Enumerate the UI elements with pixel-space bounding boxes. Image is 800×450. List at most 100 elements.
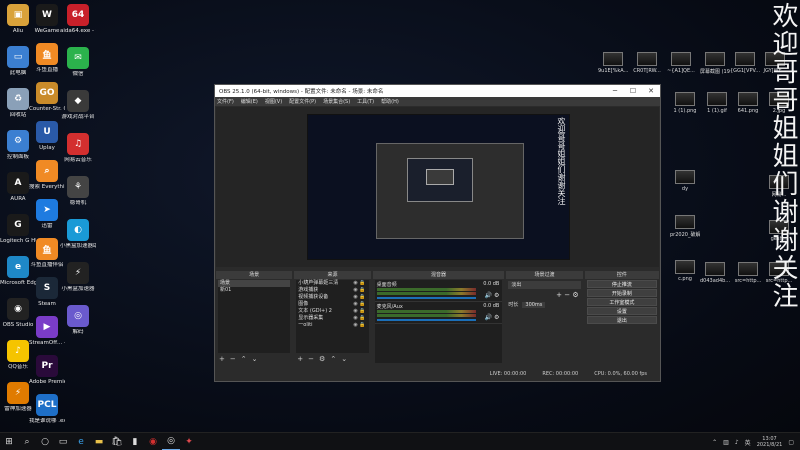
file-icon[interactable]: d043ad4b... — [700, 262, 730, 284]
file-explorer-icon[interactable]: ▬ — [90, 433, 108, 450]
file-icon[interactable]: {GG1[VPV... — [730, 52, 760, 74]
stream-preview[interactable]: 欢迎哥哥姐姐们谢谢关注 — [307, 114, 570, 260]
speaker-icon[interactable]: 🔊 — [485, 292, 494, 299]
source-item[interactable]: 视频捕获设备 ◉ 🔒 — [296, 294, 368, 301]
source-item[interactable]: 显示器采集 ◉ 🔒 — [296, 315, 368, 322]
notification-icon[interactable]: ▢ — [788, 439, 794, 446]
file-icon[interactable]: dy — [670, 170, 700, 192]
store-icon[interactable]: 🛍 — [108, 433, 126, 450]
desktop-icon[interactable]: ◆ 游戏对战平台 — [60, 90, 96, 120]
scene-item[interactable]: 场景 — [218, 280, 291, 287]
start-icon[interactable]: ⊞ — [0, 433, 18, 450]
edge-taskbar-icon[interactable]: e — [72, 433, 90, 450]
file-icon[interactable]: ~{A1]QE... — [666, 52, 696, 74]
close-button[interactable]: ✕ — [642, 87, 660, 95]
remove-icon[interactable]: − — [564, 291, 570, 299]
language-indicator[interactable]: 英 — [745, 438, 751, 447]
obs-titlebar[interactable]: OBS 25.1.0 (64-bit, windows) - 配置文件: 未命名… — [215, 85, 660, 97]
desktop-icon[interactable]: ♫ 网易云音乐 — [60, 133, 96, 163]
desktop-icon[interactable]: 64 aida64.exe - 快捷方式 — [60, 4, 96, 34]
add-icon[interactable]: + — [556, 291, 562, 299]
source-item[interactable]: 游戏捕获 ◉ 🔒 — [296, 287, 368, 294]
file-icon[interactable]: CR0T[RW... — [632, 52, 662, 74]
obs-taskbar-icon[interactable]: ◎ — [162, 433, 180, 450]
visibility-lock-icons[interactable]: ◉ 🔒 — [353, 308, 365, 315]
image-thumbnail — [675, 215, 695, 229]
menu-item[interactable]: 文件(F) — [217, 98, 234, 105]
gear-icon[interactable]: ⚙ — [494, 292, 499, 299]
control-button[interactable]: 设置 — [586, 307, 657, 315]
gear-icon[interactable]: ⚙ — [494, 314, 499, 321]
source-item[interactable]: 文本 (GDI+) 2 ◉ 🔒 — [296, 308, 368, 315]
obs-window[interactable]: OBS 25.1.0 (64-bit, windows) - 配置文件: 未命名… — [214, 84, 661, 382]
up-arrow-icon[interactable]: ⌃ — [330, 355, 336, 363]
maximize-button[interactable]: ☐ — [624, 87, 642, 95]
desktop-icon[interactable]: ✉ 微信 — [60, 47, 96, 77]
file-icon[interactable]: 屏幕截图 (19).png — [700, 52, 730, 75]
source-item[interactable]: 一oliti ◉ 🔒 — [296, 322, 368, 329]
down-arrow-icon[interactable]: ⌄ — [341, 355, 347, 363]
control-button[interactable]: 开始录制 — [586, 289, 657, 297]
menu-item[interactable]: 场景集合(S) — [323, 98, 350, 105]
visibility-lock-icons[interactable]: ◉ 🔒 — [353, 315, 365, 322]
volume-fader[interactable] — [376, 319, 477, 321]
menu-item[interactable]: 编辑(E) — [241, 98, 258, 105]
control-button[interactable]: 退出 — [586, 316, 657, 324]
menu-item[interactable]: 工具(T) — [357, 98, 374, 105]
speaker-icon[interactable]: 🔊 — [485, 314, 494, 321]
up-arrow-icon[interactable]: ⌃ — [241, 355, 247, 363]
control-button[interactable]: 停止推流 — [586, 280, 657, 288]
minimize-button[interactable]: ─ — [606, 87, 624, 95]
control-button[interactable]: 工作室模式 — [586, 298, 657, 306]
menu-item[interactable]: 帮助(H) — [381, 98, 399, 105]
visibility-lock-icons[interactable]: ◉ 🔒 — [353, 322, 365, 329]
clock[interactable]: 13:07 2021/8/21 — [757, 436, 783, 448]
file-icon[interactable]: c.png — [670, 260, 700, 282]
gear-icon[interactable]: ⚙ — [572, 291, 578, 299]
task-view-icon[interactable]: ▭ — [54, 433, 72, 450]
network-icon[interactable]: ▥ — [723, 439, 729, 446]
file-icon[interactable]: 1 (1).png — [670, 92, 700, 114]
image-thumbnail — [705, 52, 725, 66]
netease-taskbar-icon[interactable]: ◉ — [144, 433, 162, 450]
scenes-toolbar: + − ⌃ ⌄ — [219, 355, 263, 363]
source-item[interactable]: 小葫芦弹幕姬三清 ◉ 🔒 — [296, 280, 368, 287]
app2-taskbar-icon[interactable]: ✦ — [180, 433, 198, 450]
scenes-list[interactable]: 场景 新01 — [218, 280, 291, 353]
file-icon[interactable]: src=http... — [733, 262, 763, 284]
desktop-icon[interactable]: ◐ 小黑盒加速器助手 — [60, 219, 96, 249]
visibility-lock-icons[interactable]: ◉ 🔒 — [353, 301, 365, 308]
transition-select[interactable]: 淡出 — [508, 281, 581, 289]
file-icon[interactable]: 9u1E[%kA... — [598, 52, 628, 74]
remove-icon[interactable]: − — [308, 355, 314, 363]
scene-item[interactable]: 新01 — [218, 287, 290, 294]
source-item[interactable]: 图像 ◉ 🔒 — [296, 301, 368, 308]
cortana-icon[interactable]: ○ — [36, 433, 54, 450]
file-icon[interactable]: pr2020_破解.zip — [670, 215, 700, 238]
desktop-icon[interactable]: ⚡ 小黑盒加速器 — [60, 262, 96, 292]
down-arrow-icon[interactable]: ⌄ — [252, 355, 258, 363]
visibility-lock-icons[interactable]: ◉ 🔒 — [353, 287, 365, 294]
menu-item[interactable]: 配置文件(P) — [289, 98, 316, 105]
desktop-icon[interactable]: PCL 我是谁说哪 .exe - 快捷... — [29, 394, 65, 424]
desktop-icon[interactable]: ⚘ 稳哥机 — [60, 176, 96, 206]
duration-input[interactable]: 300ms — [522, 301, 546, 308]
search-icon[interactable]: ⌕ — [18, 433, 36, 450]
add-icon[interactable]: + — [297, 355, 303, 363]
remove-icon[interactable]: − — [230, 355, 236, 363]
chevron-up-icon[interactable]: ⌃ — [712, 439, 717, 446]
volume-fader[interactable] — [376, 297, 477, 299]
sources-list[interactable]: 小葫芦弹幕姬三清 ◉ 🔒 游戏捕获 ◉ 🔒 视频捕获设备 ◉ 🔒 图像 ◉ 🔒 文本 (GDI+… — [296, 280, 369, 353]
file-icon[interactable]: 641.png — [733, 92, 763, 114]
volume-icon[interactable]: ♪ — [735, 439, 739, 446]
desktop-icon[interactable]: ◎ 解码 — [60, 305, 96, 335]
app-icon: Pr — [36, 355, 58, 377]
desktop-icon[interactable]: Pr Adobe Premie... — [29, 355, 65, 385]
gear-icon[interactable]: ⚙ — [319, 355, 325, 363]
menu-item[interactable]: 视图(V) — [265, 98, 282, 105]
visibility-lock-icons[interactable]: ◉ 🔒 — [353, 294, 365, 301]
visibility-lock-icons[interactable]: ◉ 🔒 — [353, 280, 365, 287]
add-icon[interactable]: + — [219, 355, 225, 363]
app-taskbar-icon[interactable]: ▮ — [126, 433, 144, 450]
file-icon[interactable]: 1 (1).gif — [702, 92, 732, 114]
